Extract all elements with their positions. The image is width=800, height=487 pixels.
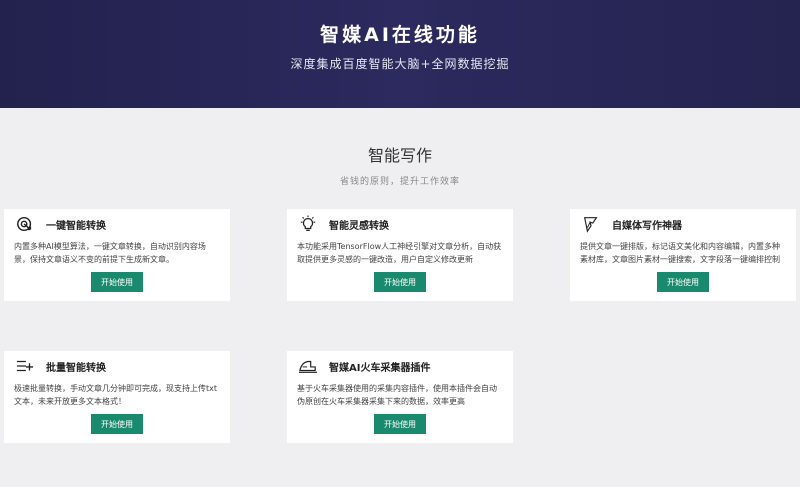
section-subtitle: 省钱的原则，提升工作效率 [339,177,460,187]
hero-subtitle: 深度集成百度智能大脑+全网数据挖掘 [290,57,510,71]
feature-cards: 一键智能转换 内置多种AI模型算法，一键文章转换，自动识别内容场景，保持文章语义… [0,187,800,487]
start-button-smart-convert[interactable]: 开始使用 [91,272,143,292]
card-name: 批量智能转换 [46,362,106,374]
feature-card-batch-convert: 批量智能转换 极速批量转换，手动文章几分钟即可完成，现支持上传txt文本，未来开… [4,351,230,443]
card-description: 提供文章一键排版，标记语文美化和内容编辑，内置多种素材库，文章图片素材一键搜索，… [580,242,780,264]
quill-icon [580,213,602,235]
card-name: 一键智能转换 [46,220,106,232]
feature-card-inspiration-convert: 智能灵感转换 本功能采用TensorFlow人工神经引擎对文章分析，自动获取提供… [287,209,513,301]
target-icon [14,213,36,235]
hero-title: 智媒AI在线功能 [320,24,480,46]
section-title: 智能写作 [367,146,432,165]
card-name: 智媒AI火车采集器插件 [329,362,431,374]
card-name: 智能灵感转换 [329,220,389,232]
card-description: 本功能采用TensorFlow人工神经引擎对文章分析，自动获取提供更多灵感的一键… [297,242,502,264]
feature-card-media-writing: 自媒体写作神器 提供文章一键排版，标记语文美化和内容编辑，内置多种素材库，文章图… [570,209,796,301]
feature-card-train-collector: 智媒AI火车采集器插件 基于火车采集器使用的采集内容插件，使用本插件会自动伪原创… [287,351,513,443]
card-description: 内置多种AI模型算法，一键文章转换，自动识别内容场景，保持文章语义不变的前提下生… [14,242,206,264]
card-description: 基于火车采集器使用的采集内容插件，使用本插件会自动伪原创在火车采集器采集下来的数… [297,384,497,406]
card-description: 极速批量转换，手动文章几分钟即可完成，现支持上传txt文本，未来开放更多文本格式… [14,384,218,406]
train-icon [297,355,319,377]
start-button-train-collector[interactable]: 开始使用 [374,414,426,434]
feature-card-smart-convert: 一键智能转换 内置多种AI模型算法，一键文章转换，自动识别内容场景，保持文章语义… [4,209,230,301]
start-button-inspiration-convert[interactable]: 开始使用 [374,272,426,292]
card-name: 自媒体写作神器 [612,220,682,232]
lightbulb-icon [297,213,319,235]
list-plus-icon [14,355,36,377]
start-button-media-writing[interactable]: 开始使用 [657,272,709,292]
hero-banner: 智媒AI在线功能 深度集成百度智能大脑+全网数据挖掘 [0,0,800,108]
start-button-batch-convert[interactable]: 开始使用 [91,414,143,434]
